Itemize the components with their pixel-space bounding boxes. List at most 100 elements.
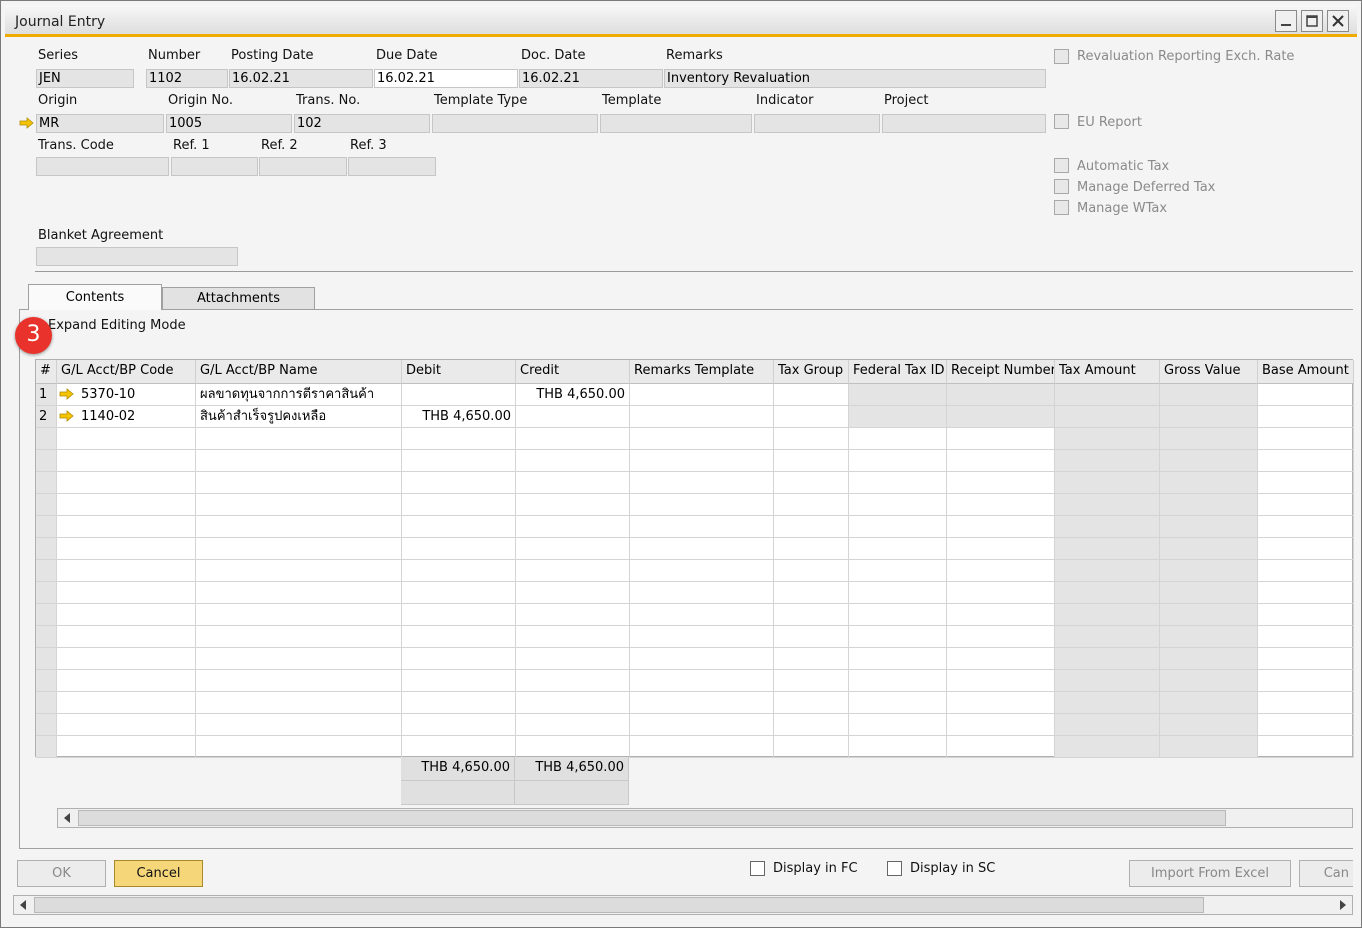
- manage-wtax-checkbox[interactable]: [1054, 200, 1069, 215]
- cell-gl-code[interactable]: [57, 670, 196, 692]
- due-date-field[interactable]: 16.02.21: [374, 69, 518, 88]
- expand-editing-mode-link[interactable]: Expand Editing Mode: [48, 318, 186, 333]
- cell-base-amount[interactable]: [1258, 692, 1354, 714]
- cell-remarks-template[interactable]: [630, 582, 774, 604]
- cell-num[interactable]: [36, 494, 57, 516]
- cell-gl-name[interactable]: ผลขาดทุนจากการตีราคาสินค้า: [196, 384, 402, 406]
- cell-gl-name[interactable]: [196, 604, 402, 626]
- cell-federal-tax-id[interactable]: [849, 428, 947, 450]
- cell-tax-amount[interactable]: [1055, 516, 1160, 538]
- cell-receipt-number[interactable]: [947, 406, 1055, 428]
- cell-credit[interactable]: [516, 692, 630, 714]
- cell-federal-tax-id[interactable]: [849, 626, 947, 648]
- cell-num[interactable]: [36, 626, 57, 648]
- column-header-remarks-template[interactable]: Remarks Template: [630, 360, 774, 384]
- cell-gl-name[interactable]: [196, 494, 402, 516]
- cell-tax-group[interactable]: [774, 450, 849, 472]
- cell-num[interactable]: [36, 450, 57, 472]
- cell-base-amount[interactable]: [1258, 538, 1354, 560]
- cell-credit[interactable]: [516, 406, 630, 428]
- cell-federal-tax-id[interactable]: [849, 516, 947, 538]
- cell-gl-code[interactable]: [57, 450, 196, 472]
- cell-gl-code[interactable]: 1140-02: [57, 406, 196, 428]
- cell-remarks-template[interactable]: [630, 626, 774, 648]
- link-arrow-icon[interactable]: [19, 117, 34, 129]
- cell-base-amount[interactable]: [1258, 626, 1354, 648]
- cell-credit[interactable]: [516, 648, 630, 670]
- cancel-button[interactable]: Cancel: [114, 860, 203, 887]
- cell-gl-code[interactable]: [57, 494, 196, 516]
- trans-no-field[interactable]: 102: [294, 114, 430, 133]
- cell-debit[interactable]: [402, 560, 516, 582]
- cell-gl-code[interactable]: [57, 692, 196, 714]
- eu-report-checkbox[interactable]: [1054, 114, 1069, 129]
- origin-field[interactable]: MR: [36, 114, 164, 133]
- cell-federal-tax-id[interactable]: [849, 538, 947, 560]
- cell-tax-amount[interactable]: [1055, 538, 1160, 560]
- cell-tax-amount[interactable]: [1055, 692, 1160, 714]
- cell-gross-value[interactable]: [1160, 604, 1258, 626]
- doc-date-field[interactable]: 16.02.21: [519, 69, 663, 88]
- cell-tax-amount[interactable]: [1055, 450, 1160, 472]
- cell-debit[interactable]: [402, 648, 516, 670]
- cell-tax-group[interactable]: [774, 736, 849, 758]
- cell-gl-name[interactable]: [196, 648, 402, 670]
- indicator-field[interactable]: [754, 114, 880, 133]
- cell-receipt-number[interactable]: [947, 516, 1055, 538]
- cell-credit[interactable]: [516, 582, 630, 604]
- cell-receipt-number[interactable]: [947, 494, 1055, 516]
- cell-num[interactable]: [36, 692, 57, 714]
- cell-credit[interactable]: [516, 736, 630, 758]
- cell-base-amount[interactable]: [1258, 472, 1354, 494]
- cell-federal-tax-id[interactable]: [849, 384, 947, 406]
- cell-tax-amount[interactable]: [1055, 406, 1160, 428]
- cell-gl-name[interactable]: [196, 560, 402, 582]
- template-field[interactable]: [600, 114, 752, 133]
- tab-attachments[interactable]: Attachments: [162, 287, 315, 309]
- cell-receipt-number[interactable]: [947, 670, 1055, 692]
- cell-tax-amount[interactable]: [1055, 670, 1160, 692]
- cell-remarks-template[interactable]: [630, 670, 774, 692]
- column-header-debit[interactable]: Debit: [402, 360, 516, 384]
- cell-gl-code[interactable]: [57, 714, 196, 736]
- column-header-receipt-number[interactable]: Receipt Number: [947, 360, 1055, 384]
- cell-tax-group[interactable]: [774, 670, 849, 692]
- trans-code-field[interactable]: [36, 157, 169, 176]
- cell-gl-name[interactable]: [196, 472, 402, 494]
- cell-receipt-number[interactable]: [947, 538, 1055, 560]
- cell-remarks-template[interactable]: [630, 472, 774, 494]
- cell-federal-tax-id[interactable]: [849, 736, 947, 758]
- cell-gross-value[interactable]: [1160, 648, 1258, 670]
- cell-tax-amount[interactable]: [1055, 714, 1160, 736]
- cell-credit[interactable]: [516, 560, 630, 582]
- cell-base-amount[interactable]: [1258, 406, 1354, 428]
- cancel-partial-button[interactable]: Can: [1299, 860, 1353, 887]
- cell-debit[interactable]: [402, 626, 516, 648]
- cell-base-amount[interactable]: [1258, 384, 1354, 406]
- cell-base-amount[interactable]: [1258, 714, 1354, 736]
- cell-gross-value[interactable]: [1160, 450, 1258, 472]
- cell-federal-tax-id[interactable]: [849, 670, 947, 692]
- cell-num[interactable]: [36, 582, 57, 604]
- cell-num[interactable]: 1: [36, 384, 57, 406]
- cell-base-amount[interactable]: [1258, 736, 1354, 758]
- column-header-gl-name[interactable]: G/L Acct/BP Name: [196, 360, 402, 384]
- column-header-gl-code[interactable]: G/L Acct/BP Code: [57, 360, 196, 384]
- cell-gl-name[interactable]: [196, 516, 402, 538]
- column-header-tax-group[interactable]: Tax Group: [774, 360, 849, 384]
- cell-tax-amount[interactable]: [1055, 736, 1160, 758]
- cell-debit[interactable]: [402, 384, 516, 406]
- cell-gross-value[interactable]: [1160, 472, 1258, 494]
- cell-tax-group[interactable]: [774, 648, 849, 670]
- cell-gl-name[interactable]: [196, 538, 402, 560]
- cell-federal-tax-id[interactable]: [849, 406, 947, 428]
- cell-debit[interactable]: [402, 450, 516, 472]
- automatic-tax-checkbox[interactable]: [1054, 158, 1069, 173]
- cell-gross-value[interactable]: [1160, 538, 1258, 560]
- series-field[interactable]: JEN: [36, 69, 134, 88]
- cell-federal-tax-id[interactable]: [849, 648, 947, 670]
- cell-tax-amount[interactable]: [1055, 384, 1160, 406]
- cell-remarks-template[interactable]: [630, 648, 774, 670]
- cell-gl-code[interactable]: [57, 428, 196, 450]
- cell-gl-name[interactable]: [196, 692, 402, 714]
